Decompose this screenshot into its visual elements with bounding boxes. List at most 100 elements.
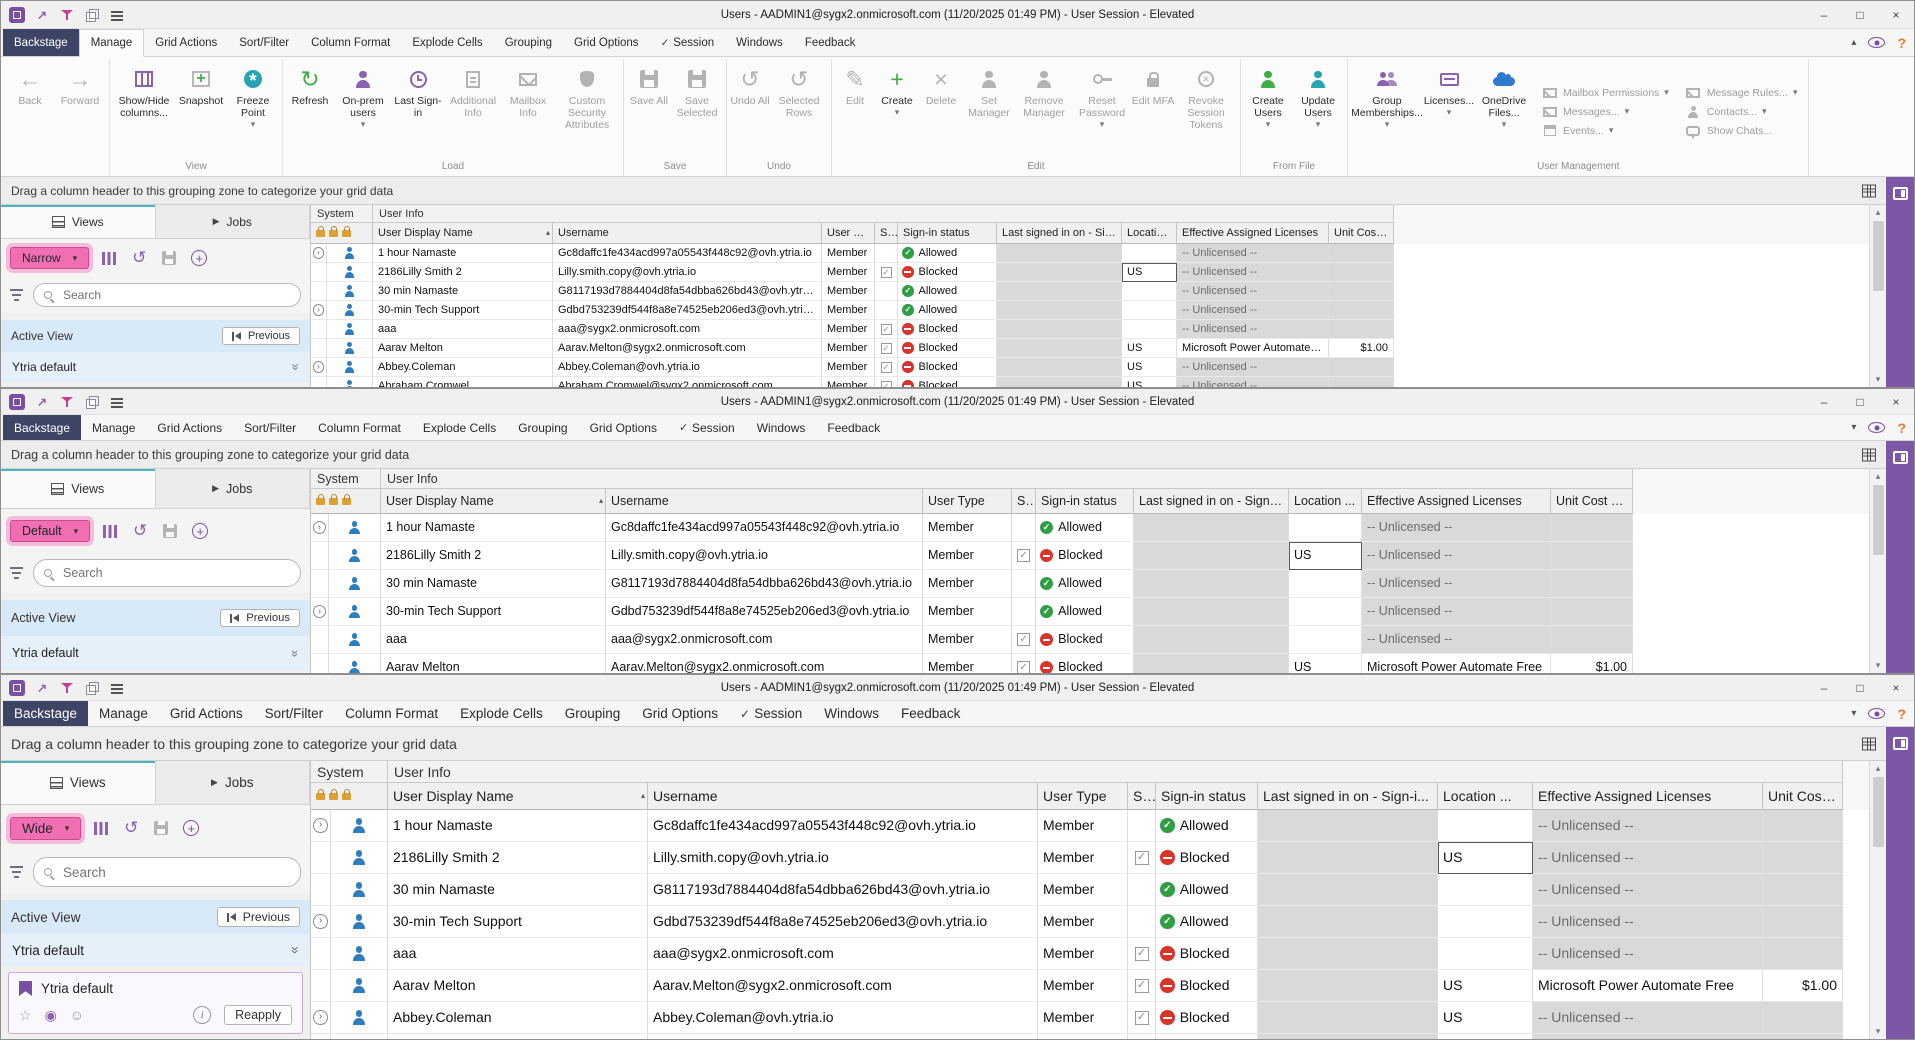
row-checkbox[interactable]: [1135, 851, 1149, 865]
grid-views-icon[interactable]: [1862, 737, 1876, 750]
username-cell[interactable]: Aarav.Melton@sygx2.onmicrosoft.com: [606, 654, 923, 673]
tab-grid-options[interactable]: Grid Options: [579, 415, 668, 440]
show-hide-columns-button[interactable]: Show/Hide columns...: [113, 59, 175, 160]
row-checkbox[interactable]: [881, 324, 892, 335]
row-checkbox[interactable]: [1135, 947, 1149, 961]
scroll-down-icon[interactable]: ▾: [1876, 1024, 1881, 1039]
header-sync[interactable]: Sy...: [1012, 489, 1036, 514]
last-signed-in-cell[interactable]: [1258, 874, 1438, 906]
sync-cell[interactable]: [875, 301, 898, 320]
tab-sort-filter[interactable]: Sort/Filter: [233, 415, 307, 440]
licenses-cell[interactable]: Microsoft Power Automate Free: [1533, 970, 1763, 1002]
grid-views-icon[interactable]: [1862, 184, 1876, 197]
expand-row-icon[interactable]: [313, 1010, 328, 1025]
active-view-name[interactable]: Ytria default »: [1, 636, 310, 670]
close-button[interactable]: ×: [1878, 675, 1914, 700]
share-icon[interactable]: ↗: [34, 7, 50, 23]
sync-cell[interactable]: [875, 282, 898, 301]
unit-cost-cell[interactable]: [1551, 626, 1633, 654]
expand-row-icon[interactable]: [313, 914, 328, 929]
signin-status-cell[interactable]: Blocked: [1036, 654, 1134, 673]
last-signed-in-cell[interactable]: [1134, 514, 1289, 542]
user-type-cell[interactable]: Member: [923, 654, 1012, 673]
last-signed-in-cell[interactable]: [1258, 1034, 1438, 1039]
signin-status-cell[interactable]: Allowed: [1036, 514, 1134, 542]
user-type-cell[interactable]: Member: [923, 542, 1012, 570]
username-cell[interactable]: Gdbd753239df544f8a8e74525eb206ed3@ovh.yt…: [553, 301, 822, 320]
create-users-button[interactable]: Create Users▾: [1244, 59, 1292, 160]
unit-cost-cell[interactable]: [1763, 1034, 1843, 1039]
menu-icon[interactable]: [109, 394, 125, 410]
expand-cell[interactable]: [311, 938, 331, 970]
unit-cost-cell[interactable]: [1763, 938, 1843, 970]
tab-windows[interactable]: Windows: [746, 415, 817, 440]
view-marker-icon[interactable]: ◉: [45, 1007, 57, 1024]
header-last-signed-in[interactable]: Last signed in on - Sign-i...: [1134, 489, 1289, 514]
last-signed-in-cell[interactable]: [997, 339, 1122, 358]
active-view-name[interactable]: Ytria default »: [1, 352, 310, 382]
app-logo-icon[interactable]: [9, 394, 25, 410]
sync-cell[interactable]: [875, 339, 898, 358]
header-user-type[interactable]: User Type: [1038, 783, 1128, 810]
tab-grid-actions[interactable]: Grid Actions: [144, 29, 228, 56]
row-checkbox[interactable]: [881, 343, 892, 354]
title-bar[interactable]: ↗ Users - AADMIN1@sygx2.onmicrosoft.com …: [1, 1, 1914, 29]
expand-row-icon[interactable]: [313, 818, 328, 833]
add-view-icon[interactable]: +: [190, 521, 210, 541]
user-type-cell[interactable]: Member: [822, 358, 875, 377]
unit-cost-cell[interactable]: $1.00: [1763, 970, 1843, 1002]
grouping-zone[interactable]: Drag a column header to this grouping zo…: [1, 727, 1914, 761]
table-row[interactable]: 2186Lilly Smith 2 Lilly.smith.copy@ovh.y…: [311, 542, 1869, 570]
create-button[interactable]: +Create▾: [875, 59, 919, 160]
share-icon[interactable]: ↗: [34, 680, 50, 696]
signin-status-cell[interactable]: Blocked: [1156, 970, 1258, 1002]
title-bar[interactable]: ↗ Users - AADMIN1@sygx2.onmicrosoft.com …: [1, 389, 1914, 415]
active-view-name[interactable]: Ytria default »: [1, 934, 310, 966]
eye-icon[interactable]: [1868, 708, 1885, 719]
username-cell[interactable]: Abbey.Coleman@ovh.ytria.io: [553, 358, 822, 377]
user-type-cell[interactable]: Member: [923, 626, 1012, 654]
help-icon[interactable]: ?: [1897, 706, 1906, 722]
signin-status-cell[interactable]: Allowed: [1156, 874, 1258, 906]
scrollbar-thumb[interactable]: [1873, 485, 1884, 555]
close-button[interactable]: ×: [1878, 389, 1914, 414]
signin-status-cell[interactable]: Blocked: [1156, 1034, 1258, 1039]
signin-status-cell[interactable]: Blocked: [898, 377, 997, 387]
on-prem-users-button[interactable]: On-prem users▾: [334, 59, 392, 160]
username-cell[interactable]: Lilly.smith.copy@ovh.ytria.io: [648, 842, 1038, 874]
band-user-info[interactable]: User Info: [381, 469, 1633, 489]
sync-cell[interactable]: [875, 358, 898, 377]
user-display-name-cell[interactable]: 30-min Tech Support: [373, 301, 553, 320]
user-display-name-cell[interactable]: 2186Lilly Smith 2: [388, 842, 648, 874]
tab-windows[interactable]: Windows: [725, 29, 794, 56]
licenses-cell[interactable]: -- Unlicensed --: [1533, 1002, 1763, 1034]
band-system[interactable]: System: [311, 761, 388, 783]
tab-views[interactable]: Views: [1, 761, 156, 804]
expand-cell[interactable]: [311, 542, 329, 570]
previous-button[interactable]: Previous: [222, 327, 300, 345]
header-unit-cost[interactable]: Unit Cost - ...: [1329, 223, 1394, 244]
app-logo-icon[interactable]: [9, 680, 25, 696]
location-cell[interactable]: US: [1122, 263, 1177, 282]
tab-column-format[interactable]: Column Format: [307, 415, 412, 440]
filter-icon[interactable]: [59, 7, 75, 23]
last-signed-in-cell[interactable]: [1134, 542, 1289, 570]
expand-cell[interactable]: [311, 263, 327, 282]
user-type-cell[interactable]: Member: [1038, 810, 1128, 842]
table-row[interactable]: 30 min Namaste G8117193d7884404d8fa54dbb…: [311, 282, 1869, 301]
save-view-icon[interactable]: [160, 521, 180, 541]
user-display-name-cell[interactable]: 1 hour Namaste: [373, 244, 553, 263]
tab-session[interactable]: ✓Session: [650, 29, 726, 56]
tab-backstage[interactable]: Backstage: [3, 701, 88, 726]
user-type-cell[interactable]: Member: [1038, 938, 1128, 970]
set-manager-button[interactable]: Set Manager: [963, 59, 1015, 160]
user-display-name-cell[interactable]: 30-min Tech Support: [381, 598, 606, 626]
location-cell[interactable]: US: [1122, 358, 1177, 377]
sync-cell[interactable]: [1012, 598, 1036, 626]
table-row[interactable]: 2186Lilly Smith 2 Lilly.smith.copy@ovh.y…: [311, 842, 1869, 874]
unit-cost-cell[interactable]: [1763, 1002, 1843, 1034]
expand-cell[interactable]: [311, 570, 329, 598]
tab-explode-cells[interactable]: Explode Cells: [449, 701, 554, 726]
expand-row-icon[interactable]: [313, 361, 325, 373]
user-display-name-cell[interactable]: 2186Lilly Smith 2: [381, 542, 606, 570]
